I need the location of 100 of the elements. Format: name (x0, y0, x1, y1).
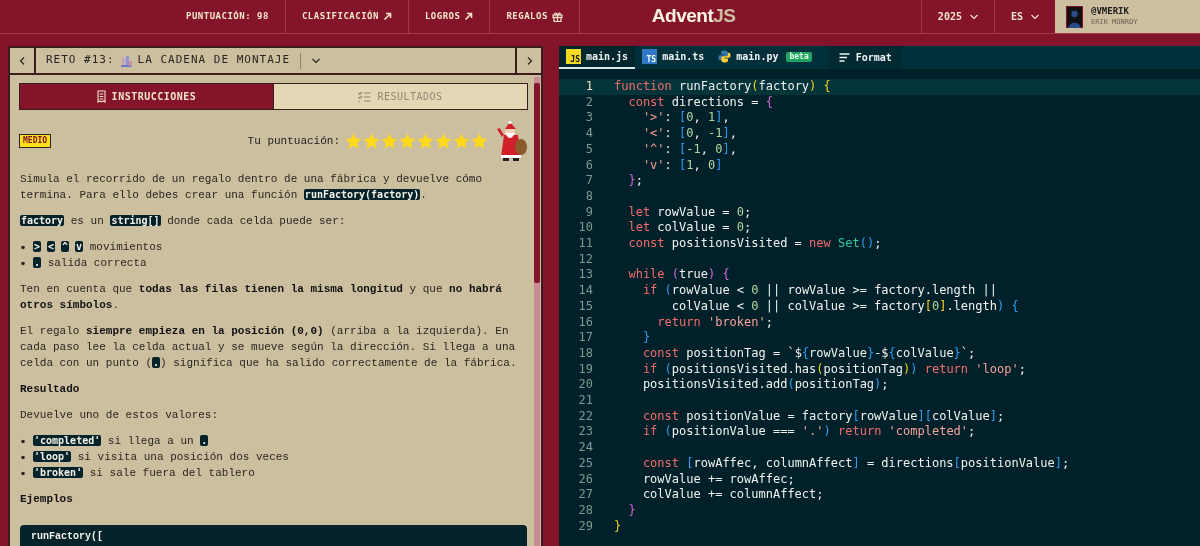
tab[interactable]: INSTRUCCIONES (20, 84, 273, 109)
star-icon (399, 132, 416, 150)
code-line: colValue += columnAffect; (641, 487, 824, 503)
format-button[interactable]: Format (828, 46, 902, 69)
nav-link[interactable]: REGALOS (490, 0, 580, 33)
line-number: 2 (584, 94, 593, 111)
line-number: 18 (577, 345, 593, 362)
line-number: 1 (584, 79, 593, 95)
score-label: Tu puntuación: (247, 133, 340, 149)
code-line: let rowValue = 0; (627, 204, 752, 221)
logo[interactable]: AdventJS (651, 2, 736, 31)
difficulty-badge: MEDIO (19, 134, 52, 148)
star-icon (345, 132, 362, 150)
file-tab[interactable]: JS main.js (559, 46, 636, 69)
code-line: const positionsVisited = new Set(); (627, 236, 882, 252)
line-number: 11 (577, 236, 593, 252)
format-icon (838, 53, 850, 62)
paragraph: El regalo siempre empieza en la posición (0,0) (arriba a la izquierda). En cada paso lee la celda actual y se mueve según la dirección. Si llega a una celda con un punto (.) significa que ha salido correctamente de la fábrica. (20, 324, 518, 371)
challenge-number: RETO #13: (46, 52, 115, 69)
line-number: 9 (584, 204, 593, 221)
line-number: 6 (584, 157, 593, 174)
code-line: '^': [-1, 0], (641, 141, 737, 158)
code-line: } (614, 518, 622, 535)
python-icon (718, 50, 732, 63)
code-block: runFactory([ (20, 525, 527, 546)
code-line: if (rowValue < 0 || rowValue >= factory.length || (641, 283, 997, 299)
line-number: 8 (584, 188, 593, 205)
line-number: 17 (577, 330, 593, 346)
code-line: } (641, 330, 651, 346)
star-icon (417, 132, 434, 150)
line-number: 7 (584, 173, 593, 189)
line-number: 13 (577, 267, 593, 284)
avatar-icon (1066, 5, 1083, 28)
line-number: 21 (577, 393, 593, 409)
line-number: 23 (577, 424, 593, 441)
figure-icon (494, 121, 528, 161)
line-number: 26 (577, 471, 593, 488)
list-item: 'completed' si llega a un . (33, 434, 209, 449)
line-number: 22 (577, 408, 593, 425)
paragraph: factory es un string[] donde cada celda puede ser: (20, 214, 347, 229)
line-number: 4 (584, 126, 593, 142)
list-item: 'broken' si sale fuera del tablero (33, 466, 255, 481)
list-item: > < ^ v movimientos (33, 240, 163, 255)
factory-icon (120, 54, 132, 67)
line-number: 12 (577, 251, 593, 268)
code-line: const positionTag = `${rowValue}-${colValue}`; (641, 345, 976, 362)
line-number: 19 (577, 361, 593, 378)
receipt-icon (96, 90, 106, 103)
star-icon (435, 132, 452, 150)
beta-badge: beta (786, 51, 812, 62)
ts-file-icon: TS (642, 49, 658, 64)
code-line: return 'broken'; (656, 314, 773, 331)
code-line: if (positionsVisited.has(positionTag)) return 'loop'; (641, 361, 1026, 378)
paragraph: Devuelve uno de estos valores: (20, 408, 220, 423)
code-line: }; (627, 173, 643, 189)
score-label: PUNTUACIÓN: (186, 9, 252, 23)
challenge-title: LA CADENA DE MONTAJE (137, 52, 291, 69)
code-line: 'v': [1, 0] (641, 157, 723, 174)
line-number: 5 (584, 141, 593, 158)
nav-link[interactable]: CLASIFICACIÓN (285, 0, 409, 33)
line-number: 3 (584, 110, 593, 127)
arrow-up-right-icon (464, 12, 474, 21)
code-line: const [rowAffec, columnAffect] = directions[positionValue]; (641, 455, 1070, 472)
code-line: const positionValue = factory[rowValue][colValue]; (641, 408, 1005, 425)
arrow-up-right-icon (382, 12, 392, 21)
line-number: 14 (577, 283, 593, 299)
star-icon (363, 132, 380, 150)
code-line: function runFactory(factory) { (614, 79, 831, 95)
code-line: '>': [0, 1], (641, 110, 730, 127)
code-line: colValue < 0 || colValue >= factory[0].length) { (670, 298, 1019, 315)
code-line: rowValue += rowAffec; (641, 471, 795, 488)
file-tab[interactable]: TS main.ts (635, 46, 712, 69)
nav-link[interactable]: LOGROS (408, 0, 491, 33)
dropdown[interactable]: 2025 (920, 0, 994, 33)
star-icon (471, 132, 488, 150)
line-number: 16 (577, 314, 593, 331)
line-number: 29 (577, 518, 593, 535)
paragraph: Simula el recorrido de un regalo dentro de una fábrica y devuelve cómo termina. Para ello debes crear una función runFactory(factory). (20, 172, 484, 203)
line-number: 27 (577, 487, 593, 503)
list-item: . salida correcta (33, 256, 147, 271)
star-icon (381, 132, 398, 150)
line-number: 28 (577, 503, 593, 519)
gift-icon (551, 11, 563, 22)
line-number: 25 (577, 455, 593, 472)
code-line: } (627, 503, 636, 519)
list-item: 'loop' si visita una posición dos veces (33, 450, 289, 465)
line-number: 20 (577, 377, 593, 394)
line-number: 10 (577, 220, 593, 237)
score-value: 98 (257, 9, 269, 23)
star-icon (453, 132, 470, 150)
code-line: if (positionValue === '.') return 'completed'; (641, 424, 976, 441)
checklist-icon (358, 91, 372, 102)
section-heading: Resultado (20, 382, 81, 397)
line-number: 24 (577, 440, 593, 456)
code-line: while (true) { (627, 267, 730, 284)
code-line: const directions = { (627, 94, 773, 111)
section-heading: Ejemplos (20, 492, 74, 507)
code-line: positionsVisited.add(positionTag); (641, 377, 889, 394)
file-tab[interactable]: main.py beta (711, 46, 819, 69)
username: @VMERIK (1091, 5, 1130, 17)
